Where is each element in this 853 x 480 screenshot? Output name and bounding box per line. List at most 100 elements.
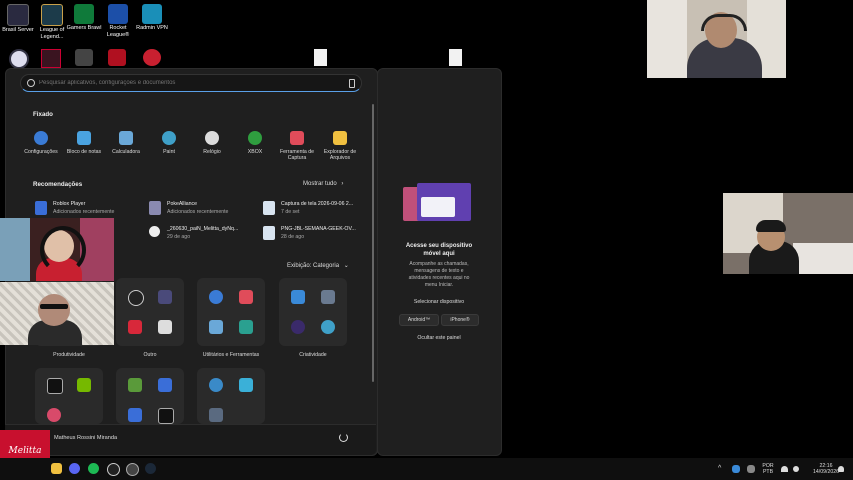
obs-icon[interactable]	[107, 463, 120, 476]
desktop-icon-radmin-vpn[interactable]: Radmin VPN	[134, 4, 170, 32]
pinned-app-paint[interactable]: Paint	[149, 131, 189, 155]
search-bar[interactable]	[20, 74, 362, 92]
chevron-up-icon[interactable]: ^	[718, 465, 721, 472]
pinned-app-label: Configurações	[24, 149, 58, 155]
phone-icon[interactable]	[349, 79, 355, 88]
pinned-app-label: XBOX	[247, 149, 263, 155]
view-selector[interactable]: Exibição: Categoria ⌄	[287, 262, 349, 269]
camera-icon	[321, 290, 335, 304]
minecraft-icon	[128, 378, 142, 392]
webcam-top-right	[647, 0, 786, 78]
desktop-icon-label: Brasil Server	[2, 27, 34, 33]
clipchamp-icon	[291, 320, 305, 334]
category-label: Utilitários e Ferramentas	[202, 352, 260, 358]
iphone-button[interactable]: iPhone®	[441, 314, 479, 326]
pinned-app-xbox[interactable]: XBOX	[235, 131, 275, 155]
desktop-file-icon[interactable]	[314, 49, 327, 66]
desktop-icon-label: Rocket League®	[106, 25, 130, 38]
user-name[interactable]: Matheus Rossini Miranda	[54, 435, 117, 441]
photos-icon	[291, 290, 305, 304]
phone-panel-title: Acesse seu dispositivo móvel aqui	[405, 243, 473, 257]
pokemon-icon	[158, 290, 172, 304]
android-button[interactable]: Android™	[399, 314, 439, 326]
language-line-2: PTB	[762, 469, 774, 475]
recommended-item-pokealliance[interactable]: PokeAlliance Adicionados recentemente	[149, 200, 259, 222]
xbox-icon	[248, 131, 262, 145]
pinned-app-calculator[interactable]: Calculadora	[106, 131, 146, 155]
image-file-icon	[263, 226, 275, 240]
category-creativity[interactable]	[279, 278, 347, 346]
roblox-icon	[35, 201, 47, 215]
pinned-app-label: Ferramenta de Captura	[279, 149, 315, 161]
rocket-league-icon	[108, 4, 128, 24]
search-input[interactable]	[39, 77, 339, 88]
recommended-item-jbl[interactable]: PNG-JBL-SEMANA-GEEK-OV... 28 de ago	[263, 225, 363, 247]
image-file-icon	[263, 201, 275, 215]
chevron-down-icon: ⌄	[343, 263, 349, 269]
recommended-item-title: PokeAlliance	[167, 201, 197, 207]
desktop-icon-row2-1[interactable]	[9, 49, 29, 69]
pinned-app-label: Calculadora	[112, 149, 140, 155]
app-icon	[158, 408, 174, 424]
desktop-file-icon[interactable]	[449, 49, 462, 66]
paint-icon	[321, 320, 335, 334]
power-button[interactable]	[339, 433, 348, 442]
pinned-app-file-explorer[interactable]: Explorador de Arquivos	[320, 131, 360, 161]
recommended-item-subtitle: Adicionados recentemente	[167, 209, 229, 215]
roblox-icon	[128, 408, 142, 422]
volume-icon[interactable]	[793, 466, 799, 472]
media-player-icon	[47, 408, 61, 422]
category-games-2[interactable]	[116, 368, 184, 424]
select-device-button[interactable]: Selecionar dispositivo	[405, 299, 473, 305]
pinned-app-notepad[interactable]: Bloco de notas	[64, 131, 104, 155]
show-all-button[interactable]: Mostrar tudo ›	[303, 181, 343, 187]
pinned-app-clock[interactable]: Relógio	[192, 131, 232, 155]
scrollbar[interactable]	[372, 104, 374, 382]
file-explorer-icon[interactable]	[51, 463, 62, 474]
view-selector-label: Exibição: Categoria	[287, 263, 340, 269]
desktop-icon-row2-2[interactable]	[41, 49, 61, 68]
app-icon[interactable]	[126, 463, 139, 476]
desktop-icon-rocket-league[interactable]: Rocket League®	[100, 4, 136, 38]
tray-app-icon[interactable]	[747, 465, 755, 473]
recommended-item-capture[interactable]: Captura de tela 2026-09-06 2... 7 de set	[263, 200, 363, 222]
roblox-icon	[158, 378, 172, 392]
brasil-server-icon	[7, 4, 29, 26]
category-utilities[interactable]	[197, 278, 265, 346]
steam-icon[interactable]	[145, 463, 156, 474]
folder-icon	[333, 131, 347, 145]
notepad-icon	[77, 131, 91, 145]
network-tray-icon[interactable]	[732, 465, 740, 473]
desktop-icon-row2-5[interactable]	[143, 49, 161, 66]
desktop-icon-label: Gamers Brawl	[66, 25, 102, 31]
calculator-icon	[209, 320, 223, 334]
notification-bell-icon[interactable]	[838, 466, 844, 472]
category-social[interactable]	[197, 368, 265, 424]
desktop-icon-row2-3[interactable]	[75, 49, 93, 66]
language-indicator[interactable]: POR PTB	[761, 463, 775, 475]
people-icon	[209, 378, 223, 392]
category-other[interactable]	[116, 278, 184, 346]
pinned-app-settings[interactable]: Configurações	[21, 131, 61, 155]
wifi-icon[interactable]	[781, 466, 788, 472]
recommended-item-title: PNG-JBL-SEMANA-GEEK-OV...	[281, 226, 356, 232]
desktop-icon-label: Radmin VPN	[136, 25, 168, 31]
discord-icon[interactable]	[69, 463, 80, 474]
recommended-item-title: Roblox Player	[53, 201, 86, 207]
clock-icon	[205, 131, 219, 145]
recommended-item-title: _260630_paiN_Melitta_dyNq...	[167, 226, 239, 232]
recommended-item-melitta[interactable]: _260630_paiN_Melitta_dyNq... 29 de ago	[149, 225, 259, 247]
category-games[interactable]	[35, 368, 103, 424]
pinned-app-snipping-tool[interactable]: Ferramenta de Captura	[277, 131, 317, 161]
spotify-icon[interactable]	[88, 463, 99, 474]
roblox-studio-icon	[128, 320, 142, 334]
hide-panel-link[interactable]: Ocultar este painel	[405, 335, 473, 341]
remote-desktop-icon	[239, 378, 253, 392]
app-icon	[158, 320, 172, 334]
desktop-icon-league-of-legends[interactable]: League of Legend...	[34, 4, 70, 40]
snipping-icon	[290, 131, 304, 145]
desktop-icon-brasil-server[interactable]: Brasil Server	[0, 4, 36, 34]
recommended-item-subtitle: Adicionados recentemente	[53, 209, 115, 215]
desktop-icon-row2-4[interactable]	[108, 49, 126, 66]
desktop-icon-gamers-brawl[interactable]: Gamers Brawl	[66, 4, 102, 32]
